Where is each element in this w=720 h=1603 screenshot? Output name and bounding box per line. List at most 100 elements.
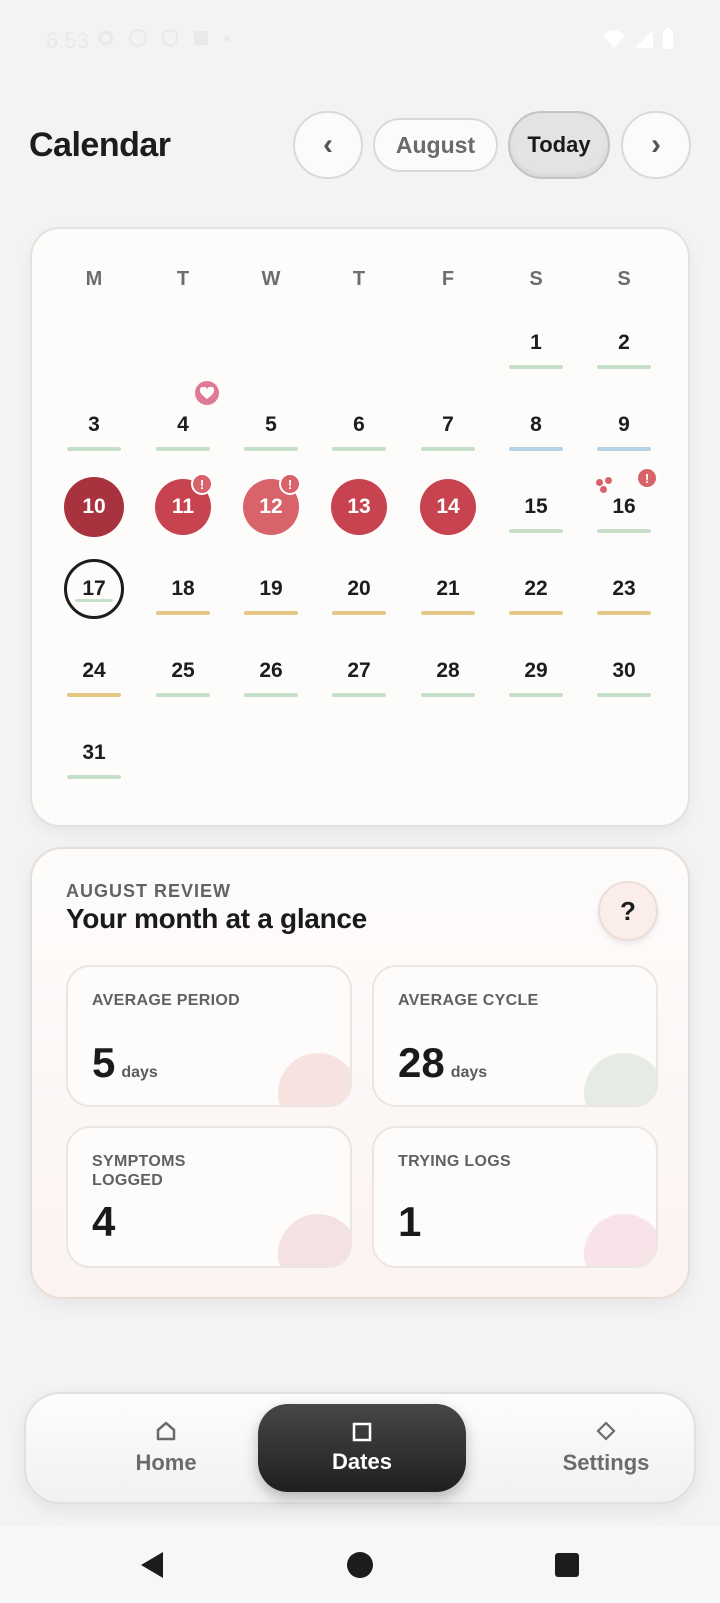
calendar-day[interactable]: 30 (594, 641, 654, 701)
calendar-day[interactable]: 22 (506, 559, 566, 619)
cycle-marker (244, 693, 298, 697)
calendar-day[interactable]: 16! (594, 467, 658, 537)
today-button[interactable]: Today (508, 111, 610, 179)
day-number: 30 (612, 659, 636, 682)
nav-dates[interactable]: Dates (258, 1404, 466, 1492)
nav-settings[interactable]: Settings (506, 1394, 706, 1502)
calendar-day[interactable]: 14 (420, 479, 476, 535)
day-number: 7 (442, 413, 454, 436)
cycle-marker (244, 447, 298, 451)
next-month-button[interactable]: › (621, 111, 691, 179)
stat-unit: days (450, 1064, 488, 1081)
calendar-day[interactable]: 24 (64, 641, 124, 701)
calendar-day[interactable]: 26 (241, 641, 301, 701)
square-icon (352, 1422, 372, 1442)
system-nav-bar (0, 1526, 720, 1603)
calendar-day[interactable]: 25 (153, 641, 213, 701)
stat-value: 1 (398, 1198, 422, 1245)
stat-label: SYMPTOMS LOGGED (92, 1153, 186, 1189)
weekday-header: F (441, 268, 455, 290)
stat-label: AVERAGE CYCLE (398, 992, 539, 1009)
status-time: 6:53 (46, 28, 89, 53)
day-number: 1 (530, 331, 542, 354)
calendar-day[interactable]: 23 (594, 559, 654, 619)
cycle-marker (509, 365, 563, 369)
day-number: 12 (259, 495, 283, 518)
calendar-day[interactable]: 19 (241, 559, 301, 619)
header: Calendar ‹ August Today › (0, 108, 720, 182)
cycle-marker (332, 611, 386, 615)
day-number: 31 (82, 741, 106, 764)
calendar-day[interactable]: 29 (506, 641, 566, 701)
stat-card-symptoms-logged: SYMPTOMS LOGGED 4 (66, 1126, 352, 1268)
shield-off-icon (162, 28, 178, 48)
calendar-day[interactable]: 10 (64, 477, 124, 537)
day-number: 14 (436, 495, 460, 518)
day-number: 15 (524, 495, 548, 518)
heart-icon (195, 381, 219, 405)
calendar-day[interactable]: 5 (241, 395, 301, 455)
day-number: 8 (530, 413, 542, 436)
calendar-day[interactable]: 15 (506, 477, 566, 537)
calendar-day[interactable]: 8 (506, 395, 566, 455)
day-number: 24 (82, 659, 106, 682)
weekday-header: W (261, 268, 281, 290)
home-circle-icon (347, 1551, 373, 1578)
calendar-day[interactable]: 21 (418, 559, 478, 619)
system-back-button[interactable] (112, 1526, 192, 1603)
cycle-marker (244, 611, 298, 615)
stat-unit: days (121, 1064, 158, 1081)
calendar-day[interactable]: 27 (329, 641, 389, 701)
day-number: 20 (347, 577, 371, 600)
day-number: 23 (612, 577, 636, 600)
alert-badge-icon: ! (636, 467, 658, 489)
status-icons-right (602, 28, 674, 50)
calendar-day[interactable]: 11! (155, 473, 213, 535)
signal-icon (635, 30, 653, 48)
day-number: 3 (88, 413, 100, 436)
calendar-day[interactable]: 1 (506, 313, 566, 373)
cycle-marker (597, 529, 651, 533)
help-button[interactable]: ? (598, 881, 658, 941)
previous-month-button[interactable]: ‹ (293, 111, 363, 179)
day-number: 2 (618, 331, 630, 354)
calendar-day[interactable]: 17 (64, 559, 124, 619)
day-number: 13 (347, 495, 371, 518)
cycle-marker (67, 693, 121, 697)
page-title: Calendar (29, 126, 171, 164)
system-recents-button[interactable] (527, 1526, 607, 1603)
app-icon (194, 31, 208, 45)
cycle-marker (509, 447, 563, 451)
weekday-header: S (617, 268, 631, 290)
day-number: 27 (347, 659, 371, 682)
calendar-day[interactable]: 12! (243, 473, 301, 535)
calendar-day[interactable]: 2 (594, 313, 654, 373)
cycle-marker (597, 365, 651, 369)
calendar-day[interactable]: 7 (418, 395, 478, 455)
calendar-day[interactable]: 13 (331, 479, 387, 535)
chevron-right-icon: › (651, 128, 661, 161)
cycle-marker (332, 447, 386, 451)
calendar-day[interactable]: 28 (418, 641, 478, 701)
review-title: Your month at a glance (66, 903, 367, 934)
calendar-day[interactable]: 31 (64, 723, 124, 783)
stat-card-trying-logs: TRYING LOGS 1 (372, 1126, 658, 1268)
calendar-day[interactable]: 9 (594, 395, 654, 455)
day-number: 29 (524, 659, 548, 682)
stat-value: 28 days (398, 1039, 488, 1086)
calendar-day[interactable]: 6 (329, 395, 389, 455)
cycle-marker (509, 611, 563, 615)
system-home-button[interactable] (320, 1526, 400, 1603)
calendar-day[interactable]: 3 (64, 395, 124, 455)
stat-value: 4 (92, 1198, 116, 1245)
calendar-day[interactable]: 20 (329, 559, 389, 619)
calendar-day[interactable]: 18 (153, 559, 213, 619)
day-number: 28 (436, 659, 460, 682)
cycle-marker (156, 611, 210, 615)
day-number: 25 (171, 659, 195, 682)
stat-label: AVERAGE PERIOD (92, 992, 240, 1009)
calendar-day[interactable]: 4 (153, 381, 219, 455)
month-selector-button[interactable]: August (373, 118, 498, 172)
day-number: 10 (82, 495, 106, 518)
nav-home[interactable]: Home (66, 1394, 266, 1502)
